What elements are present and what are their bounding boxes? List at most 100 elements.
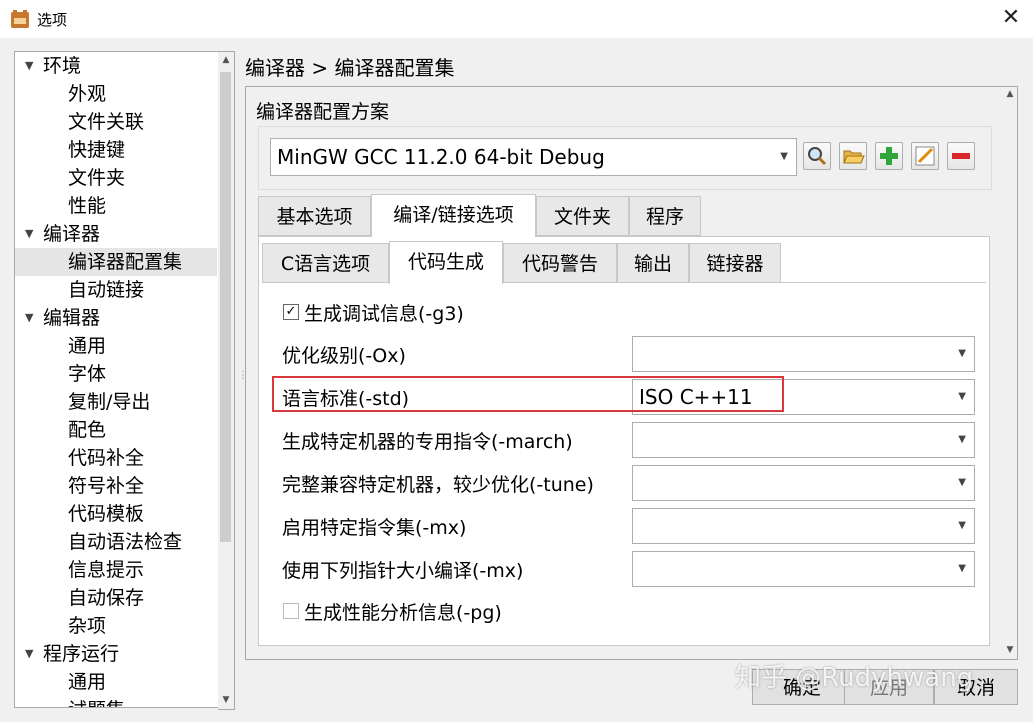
tree-item[interactable]: 杂项 [15, 612, 217, 640]
expand-arrow-icon[interactable]: ▼ [25, 220, 33, 248]
opt-level-label: 优化级别(-Ox) [282, 345, 406, 367]
subtab-code-warnings[interactable]: 代码警告 [503, 243, 617, 283]
tree-item-label: 编译器配置集 [68, 251, 183, 273]
window-title: 选项 [37, 11, 68, 29]
add-button[interactable] [875, 142, 903, 170]
edit-button[interactable] [911, 142, 939, 170]
tree-category[interactable]: ▼ 编辑器 [15, 304, 217, 332]
tree-category[interactable]: ▼ 环境 [15, 52, 217, 80]
subtab-c-language[interactable]: C语言选项 [262, 243, 389, 283]
tree-item[interactable]: 通用 [15, 332, 217, 360]
highlight-box [272, 376, 784, 412]
remove-button[interactable] [947, 142, 975, 170]
chevron-down-icon: ▼ [958, 563, 966, 574]
scroll-down-icon[interactable]: ▼ [1002, 642, 1018, 658]
tree-item-label: 文件关联 [68, 111, 145, 133]
tree-item-label: 信息提示 [68, 559, 145, 581]
expand-arrow-icon[interactable]: ▼ [25, 52, 33, 80]
tree-item-label: 符号补全 [68, 475, 145, 497]
tree-item-label: 自动链接 [68, 279, 145, 301]
tree-item[interactable]: 外观 [15, 80, 217, 108]
remove-icon [952, 153, 970, 159]
subtab-output[interactable]: 输出 [617, 243, 689, 283]
profile-checkbox[interactable] [283, 603, 299, 619]
tree-item[interactable]: 复制/导出 [15, 388, 217, 416]
tree-item[interactable]: 文件夹 [15, 164, 217, 192]
open-folder-button[interactable] [839, 142, 867, 170]
add-icon [880, 147, 898, 165]
scroll-up-icon[interactable]: ▲ [1002, 86, 1018, 102]
tree-item-label: 自动保存 [68, 587, 145, 609]
scroll-down-icon[interactable]: ▼ [218, 692, 234, 708]
panel-scrollbar[interactable]: ▲ ▼ [1002, 86, 1018, 658]
tree-item[interactable]: 编译器配置集 [15, 248, 217, 276]
tree-item[interactable]: 自动语法检查 [15, 528, 217, 556]
tree-item-label: 复制/导出 [68, 391, 151, 413]
scroll-thumb[interactable] [220, 72, 231, 542]
tab-basic[interactable]: 基本选项 [258, 196, 371, 236]
scroll-up-icon[interactable]: ▲ [218, 52, 234, 68]
search-button[interactable] [803, 142, 831, 170]
expand-arrow-icon[interactable]: ▼ [25, 304, 33, 332]
tree-category[interactable]: ▼ 编译器 [15, 220, 217, 248]
march-label: 生成特定机器的专用指令(-march) [282, 431, 573, 453]
tree-item-label: 字体 [68, 363, 107, 385]
tree-item[interactable]: 代码模板 [15, 500, 217, 528]
tree-item[interactable]: 快捷键 [15, 136, 217, 164]
tree-item[interactable]: 性能 [15, 192, 217, 220]
pointer-size-label: 使用下列指针大小编译(-mx) [282, 560, 524, 582]
tree-category[interactable]: ▼ 程序运行 [15, 640, 217, 668]
opt-level-select[interactable]: ▼ [632, 336, 975, 372]
march-select[interactable]: ▼ [632, 422, 975, 458]
subtab-linker[interactable]: 链接器 [689, 243, 781, 283]
folder-icon [843, 150, 865, 164]
tree-item-label: 编译器 [43, 223, 101, 245]
tree-item[interactable]: 配色 [15, 416, 217, 444]
compiler-set-select[interactable]: MinGW GCC 11.2.0 64-bit Debug ▼ [270, 138, 797, 176]
debug-info-checkbox[interactable]: ✓ [283, 304, 299, 320]
pointer-size-select[interactable]: ▼ [632, 551, 975, 587]
chevron-down-icon: ▼ [780, 151, 788, 162]
tree-item-label: 性能 [68, 195, 107, 217]
search-icon [808, 147, 827, 166]
tab-compile-link[interactable]: 编译/链接选项 [371, 194, 536, 237]
tree-item-label: 程序运行 [43, 643, 120, 665]
tree-item-label: 外观 [68, 83, 107, 105]
tree-item-label: 通用 [68, 335, 107, 357]
tree-scrollbar[interactable]: ▲ ▼ [218, 51, 235, 710]
app-icon [10, 9, 30, 29]
tree-item[interactable]: 字体 [15, 360, 217, 388]
tree-item[interactable]: 通用 [15, 668, 217, 696]
title-bar [0, 0, 1033, 38]
tree-item-label: 代码补全 [68, 447, 145, 469]
compiler-set-value: MinGW GCC 11.2.0 64-bit Debug [277, 145, 605, 169]
debug-info-label: 生成调试信息(-g3) [304, 303, 464, 325]
close-icon[interactable]: ✕ [998, 4, 1024, 32]
breadcrumb: 编译器 > 编译器配置集 [245, 56, 455, 80]
tune-select[interactable]: ▼ [632, 465, 975, 501]
tree-item[interactable]: 试题集 [15, 696, 217, 707]
tree-item[interactable]: 文件关联 [15, 108, 217, 136]
chevron-down-icon: ▼ [958, 348, 966, 359]
tree-item-label: 文件夹 [68, 167, 126, 189]
expand-arrow-icon[interactable]: ▼ [25, 640, 33, 668]
watermark: 知乎 @Rudyhwang [735, 663, 974, 693]
subtab-code-generation[interactable]: 代码生成 [389, 241, 503, 284]
tree-item-label: 环境 [43, 55, 82, 77]
edit-icon [915, 146, 935, 166]
tree-item[interactable]: 自动链接 [15, 276, 217, 304]
settings-tree: ▼ 环境 外观 文件关联 快捷键 文件夹 性能 ▼ 编译器 编译器配置集 自动链接 ▼ 编辑器 通用 字体复… [14, 51, 220, 708]
mx-set-select[interactable]: ▼ [632, 508, 975, 544]
tab-program[interactable]: 程序 [629, 196, 701, 236]
splitter-handle[interactable]: ⋮ [238, 370, 248, 390]
tree-item[interactable]: 符号补全 [15, 472, 217, 500]
tab-folders[interactable]: 文件夹 [536, 196, 629, 236]
tree-item[interactable]: 自动保存 [15, 584, 217, 612]
tree-item-label: 配色 [68, 419, 107, 441]
compiler-set-group-label: 编译器配置方案 [256, 101, 390, 123]
tree-item[interactable]: 信息提示 [15, 556, 217, 584]
chevron-down-icon: ▼ [958, 434, 966, 445]
chevron-down-icon: ▼ [958, 520, 966, 531]
tree-item[interactable]: 代码补全 [15, 444, 217, 472]
profile-label: 生成性能分析信息(-pg) [304, 602, 502, 624]
